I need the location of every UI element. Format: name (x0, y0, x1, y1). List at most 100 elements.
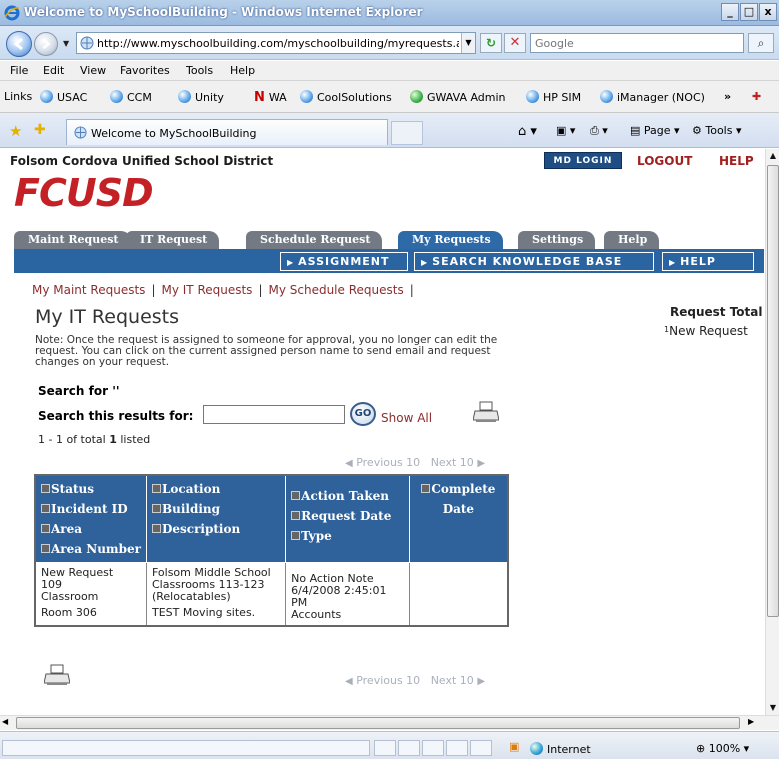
vertical-scroll-thumb[interactable] (767, 165, 779, 617)
menu-tools[interactable]: Tools (186, 64, 213, 77)
minimize-button[interactable]: _ (721, 3, 739, 21)
scroll-up-icon[interactable]: ▲ (766, 149, 779, 163)
feeds-icon[interactable]: ▣ ▾ (556, 124, 575, 137)
add-favorites-icon[interactable]: ✚ (34, 122, 46, 138)
next-link[interactable]: Next 10 (431, 674, 474, 687)
maximize-button[interactable]: □ (740, 3, 758, 21)
menu-view[interactable]: View (80, 64, 106, 77)
security-zone[interactable]: Internet (530, 742, 591, 756)
menu-edit[interactable]: Edit (43, 64, 64, 77)
favorites-star-icon[interactable]: ★ (9, 122, 22, 140)
printer-icon[interactable] (473, 401, 499, 423)
browser-tab[interactable]: Welcome to MySchoolBuilding (66, 119, 388, 145)
tab-schedule-request[interactable]: Schedule Request (246, 231, 383, 249)
link-gwava-admin[interactable]: GWAVA Admin (410, 90, 506, 104)
menu-bar: File Edit View Favorites Tools Help (0, 61, 779, 81)
url-text[interactable]: http://www.myschoolbuilding.com/myschool… (97, 37, 459, 50)
sort-building[interactable]: Building (151, 499, 280, 519)
sort-status[interactable]: Status (41, 479, 141, 499)
fcusd-logo: FCUSD (14, 171, 154, 215)
menu-favorites[interactable]: Favorites (120, 64, 170, 77)
go-button[interactable]: GO (350, 402, 376, 426)
links-overflow-button[interactable]: » (724, 90, 731, 103)
scroll-right-icon[interactable]: ▶ (748, 717, 754, 726)
link-my-schedule-requests[interactable]: My Schedule Requests (268, 283, 403, 297)
sort-description[interactable]: Description (151, 519, 280, 539)
next-link[interactable]: Next 10 (431, 456, 474, 469)
pager-top: ◀ Previous 10 Next 10 ▶ (345, 456, 485, 469)
sort-location[interactable]: Location (151, 479, 280, 499)
protected-mode-icon[interactable]: ▣ (509, 740, 519, 753)
link-coolsolutions[interactable]: CoolSolutions (300, 90, 392, 104)
back-button[interactable] (6, 31, 32, 57)
sort-type[interactable]: Type (291, 526, 404, 546)
logout-link[interactable]: LOGOUT (637, 154, 692, 168)
next-arrow-icon: ▶ (477, 676, 486, 687)
sort-icon (41, 544, 50, 553)
link-unity[interactable]: Unity (178, 90, 224, 104)
menu-help[interactable]: Help (230, 64, 255, 77)
tab-my-requests[interactable]: My Requests (398, 231, 503, 249)
horizontal-scrollbar[interactable]: ◀ ▶ (0, 715, 779, 730)
table-row[interactable]: New Request 109 Classroom Room 306 Folso… (34, 562, 509, 627)
listed-count: 1 - 1 of total 1 listed (38, 433, 151, 446)
search-knowledge-base-button[interactable]: ▶ SEARCH KNOWLEDGE BASE (414, 252, 654, 271)
printer-icon[interactable] (44, 664, 70, 686)
refresh-button[interactable]: ↻ (480, 33, 502, 53)
sub-help-button[interactable]: ▶ HELP (662, 252, 754, 271)
tab-settings[interactable]: Settings (518, 231, 596, 249)
menu-file[interactable]: File (10, 64, 28, 77)
sort-area[interactable]: Area (41, 519, 141, 539)
close-button[interactable]: x (759, 3, 777, 21)
sort-incident-id[interactable]: Incident ID (41, 499, 141, 519)
tab-help[interactable]: Help (604, 231, 660, 249)
show-all-link[interactable]: Show All (381, 411, 432, 425)
md-login-button[interactable]: MD LOGIN (544, 152, 622, 169)
vertical-scrollbar[interactable]: ▲ ▼ (765, 149, 779, 715)
horizontal-scroll-thumb[interactable] (16, 717, 740, 729)
sort-action-taken[interactable]: Action Taken (291, 486, 404, 506)
previous-link[interactable]: Previous 10 (356, 456, 420, 469)
sort-icon (291, 531, 301, 540)
link-hp-sim[interactable]: HP SIM (526, 90, 581, 104)
prev-arrow-icon: ◀ (345, 458, 353, 469)
request-total-item[interactable]: 1New Request (664, 324, 748, 338)
sort-complete-date[interactable]: Complete Date (415, 479, 502, 519)
tab-maint-request[interactable]: Maint Request (14, 231, 131, 249)
tools-menu[interactable]: ⚙ Tools ▾ (692, 124, 742, 137)
link-wa[interactable]: N WA (254, 90, 287, 105)
search-input[interactable] (531, 34, 743, 52)
stop-button[interactable]: ✕ (504, 33, 526, 53)
print-icon[interactable]: ⎙ ▾ (590, 124, 608, 138)
page-menu[interactable]: ▤ Page ▾ (630, 124, 680, 137)
history-dropdown-icon[interactable]: ▼ (63, 39, 69, 48)
app-tabs: Maint Request IT Request Schedule Reques… (14, 231, 664, 249)
sort-request-date[interactable]: Request Date (291, 506, 404, 526)
link-my-it-requests[interactable]: My IT Requests (161, 283, 252, 297)
scroll-down-icon[interactable]: ▼ (766, 701, 779, 715)
sort-area-number[interactable]: Area Number (41, 539, 141, 559)
link-my-maint-requests[interactable]: My Maint Requests (32, 283, 145, 297)
link-imanager[interactable]: iManager (NOC) (600, 90, 705, 104)
link-ccm[interactable]: CCM (110, 90, 152, 104)
home-icon[interactable]: ⌂ ▾ (518, 124, 537, 139)
address-field[interactable]: http://www.myschoolbuilding.com/myschool… (76, 32, 476, 54)
previous-link[interactable]: Previous 10 (356, 674, 420, 687)
search-box[interactable] (530, 33, 744, 53)
url-dropdown-icon[interactable]: ▼ (461, 33, 475, 53)
help-link[interactable]: HELP (719, 154, 754, 168)
new-tab-button[interactable] (391, 121, 423, 145)
status-pane (374, 740, 396, 756)
tab-it-request[interactable]: IT Request (126, 231, 220, 249)
zoom-level[interactable]: ⊕ 100% ▾ (696, 742, 749, 755)
search-results-input[interactable] (203, 405, 345, 424)
header-col-3: Action Taken Request Date Type (285, 474, 410, 563)
assignment-button[interactable]: ▶ ASSIGNMENT (280, 252, 408, 271)
scroll-left-icon[interactable]: ◀ (2, 717, 8, 726)
link-usac[interactable]: USAC (40, 90, 87, 104)
search-icon[interactable]: ⌕ (748, 33, 774, 53)
status-pane (422, 740, 444, 756)
addon-icon[interactable]: ✚ (752, 90, 761, 103)
novell-n-icon: N (254, 90, 265, 105)
forward-button[interactable] (34, 32, 58, 56)
